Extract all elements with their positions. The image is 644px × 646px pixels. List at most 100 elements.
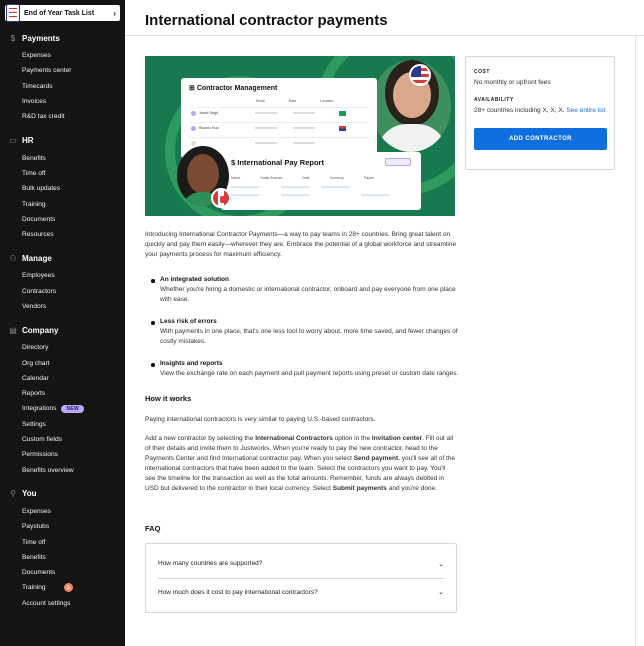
sidebar-item-integrations[interactable]: Integrations NEW <box>0 401 125 416</box>
sidebar-item-vendors[interactable]: Vendors <box>0 299 125 314</box>
table-row: Ricardo Ruiz <box>189 122 369 132</box>
nav-section-you: ⚲ You Expenses Paystubs Time off Benefits Docu… <box>0 486 125 611</box>
sidebar-item-timecards[interactable]: Timecards <box>0 79 125 94</box>
sidebar-item-training[interactable]: Training 1 <box>0 580 125 595</box>
notification-count-badge: 1 <box>63 583 73 593</box>
sidebar-item-directory[interactable]: Directory <box>0 340 125 355</box>
nav-section-header[interactable]: ⚇ Manage <box>0 250 125 266</box>
faq-question: How much does it cost to pay internation… <box>158 588 318 596</box>
feature-description: With payments in one place, that's one l… <box>160 328 458 346</box>
sidebar-item-r-d-tax-credit[interactable]: R&D tax credit <box>0 109 125 124</box>
sidebar-item-benefits[interactable]: Benefits <box>0 150 125 165</box>
card-title: $ International Pay Report <box>231 158 324 167</box>
see-entire-list-link[interactable]: See entire list <box>566 107 605 114</box>
sidebar-item-label: Account settings <box>22 599 71 607</box>
sidebar-item-label: Expenses <box>22 52 51 60</box>
us-flag-icon <box>409 64 431 86</box>
cost-value: No monthly or upfront fees <box>474 79 551 86</box>
summary-panel: COST No monthly or upfront fees AVAILABI… <box>465 56 615 170</box>
how-it-works-heading: How it works <box>145 393 192 403</box>
nav-section-label: Company <box>22 325 59 335</box>
add-contractor-button[interactable]: ADD CONTRACTOR <box>474 127 607 150</box>
feature-item: Less risk of errors With payments in one… <box>151 318 458 347</box>
sidebar-item-label: Permissions <box>22 451 58 459</box>
sidebar-item-employees[interactable]: Employees <box>0 268 125 283</box>
feature-title: Less risk of errors <box>160 318 217 326</box>
sidebar-item-label: Directory <box>22 344 49 352</box>
sidebar-item-label: Documents <box>22 569 56 577</box>
sidebar-item-label: R&D tax credit <box>22 113 65 121</box>
faq-item[interactable]: How many countries are supported? ⌄ <box>158 550 444 578</box>
sidebar-item-label: Org chart <box>22 359 50 367</box>
how-it-works-steps: Add a new contractor by selecting the In… <box>145 434 456 492</box>
sidebar-item-benefits[interactable]: Benefits <box>0 550 125 565</box>
sidebar-item-account-settings[interactable]: Account settings <box>0 596 125 611</box>
nav-section-label: You <box>22 489 37 499</box>
table-row <box>189 137 369 147</box>
sidebar-item-calendar[interactable]: Calendar <box>0 371 125 386</box>
chevron-down-icon: ⌄ <box>438 589 444 597</box>
sidebar-item-label: Custom fields <box>22 436 62 444</box>
faq-heading: FAQ <box>145 523 161 533</box>
nav-section-label: Payments <box>22 33 60 43</box>
sidebar-item-documents[interactable]: Documents <box>0 212 125 227</box>
card-title: ⊞ Contractor Management <box>189 85 278 92</box>
hero-illustration: ⊞ Contractor Management Email Rate Locatio… <box>145 56 455 216</box>
briefcase-icon: ▭ <box>9 135 17 145</box>
sidebar-item-contractors[interactable]: Contractors <box>0 284 125 299</box>
nav-section-header[interactable]: ▭ HR <box>0 132 125 148</box>
sidebar-item-payments-center[interactable]: Payments center <box>0 63 125 78</box>
sidebar-item-label: Integrations <box>22 405 57 413</box>
sidebar-item-label: Training <box>22 200 46 208</box>
sidebar-item-label: Bulk updates <box>22 185 61 193</box>
sidebar-item-documents[interactable]: Documents <box>0 565 125 580</box>
sidebar-item-bulk-updates[interactable]: Bulk updates <box>0 181 125 196</box>
sidebar-item-expenses[interactable]: Expenses <box>0 504 125 519</box>
dollar-icon: $ <box>10 33 16 43</box>
sidebar-item-expenses[interactable]: Expenses <box>0 48 125 63</box>
top-bar: International contractor payments <box>125 0 644 36</box>
nav-section-label: Manage <box>22 253 52 263</box>
sidebar-item-resources[interactable]: Resources <box>0 227 125 242</box>
sidebar-item-label: Vendors <box>22 303 47 310</box>
how-it-works-intro: Paying international contractors is very… <box>145 415 376 423</box>
sidebar-item-label: Payments center <box>22 67 72 75</box>
sidebar-item-invoices[interactable]: Invoices <box>0 94 125 109</box>
nav-section-header[interactable]: ⚲ You <box>0 486 125 502</box>
sidebar-item-time-off[interactable]: Time off <box>0 166 125 181</box>
faq-item[interactable]: How much does it cost to pay internation… <box>158 577 444 606</box>
feature-item: Insights and reports View the exchange r… <box>151 360 458 379</box>
new-badge: NEW <box>61 404 85 413</box>
sidebar-item-label: Benefits <box>22 154 46 162</box>
sidebar-item-org-chart[interactable]: Org chart <box>0 355 125 370</box>
sidebar-nav: $ Payments Expenses Payments center Timecard… <box>0 30 125 619</box>
feature-title: An integrated solution <box>160 276 229 284</box>
sidebar-item-label: Reports <box>22 390 46 398</box>
international-pay-report-card: $ International Pay Report Name Dollar Am… <box>221 152 421 210</box>
sidebar-item-settings[interactable]: Settings <box>0 417 125 432</box>
nav-section-header[interactable]: ▤ Company <box>0 322 125 338</box>
table-row: Jacob Singh <box>189 107 369 117</box>
sidebar-item-permissions[interactable]: Permissions <box>0 447 125 462</box>
sidebar-item-reports[interactable]: Reports <box>0 386 125 401</box>
sidebar-item-paystubs[interactable]: Paystubs <box>0 519 125 534</box>
sidebar-item-label: Training <box>22 584 46 592</box>
sidebar-item-training[interactable]: Training <box>0 196 125 211</box>
feature-description: Whether you're hiring a domestic or inte… <box>160 286 456 304</box>
sidebar-item-label: Benefits <box>22 553 46 561</box>
nav-section-header[interactable]: $ Payments <box>0 30 125 46</box>
sidebar-item-benefits-overview[interactable]: Benefits overview <box>0 463 125 478</box>
end-of-year-task-banner[interactable]: End of Year Task List › <box>5 3 120 22</box>
contractor-management-card: ⊞ Contractor Management Email Rate Locatio… <box>181 78 377 158</box>
intro-paragraph: Introducing International Contractor Pay… <box>145 231 457 259</box>
sidebar: End of Year Task List › $ Payments Expense… <box>0 0 125 646</box>
sidebar-item-label: Expenses <box>22 507 51 515</box>
sidebar-item-label: Time off <box>22 538 46 546</box>
sidebar-item-custom-fields[interactable]: Custom fields <box>0 432 125 447</box>
building-icon: ▤ <box>9 325 17 335</box>
canada-flag-icon <box>211 188 231 208</box>
view-all-pill <box>385 158 411 166</box>
sidebar-item-label: Benefits overview <box>22 466 74 474</box>
sidebar-item-time-off[interactable]: Time off <box>0 534 125 549</box>
scrollbar-track[interactable] <box>635 36 636 646</box>
